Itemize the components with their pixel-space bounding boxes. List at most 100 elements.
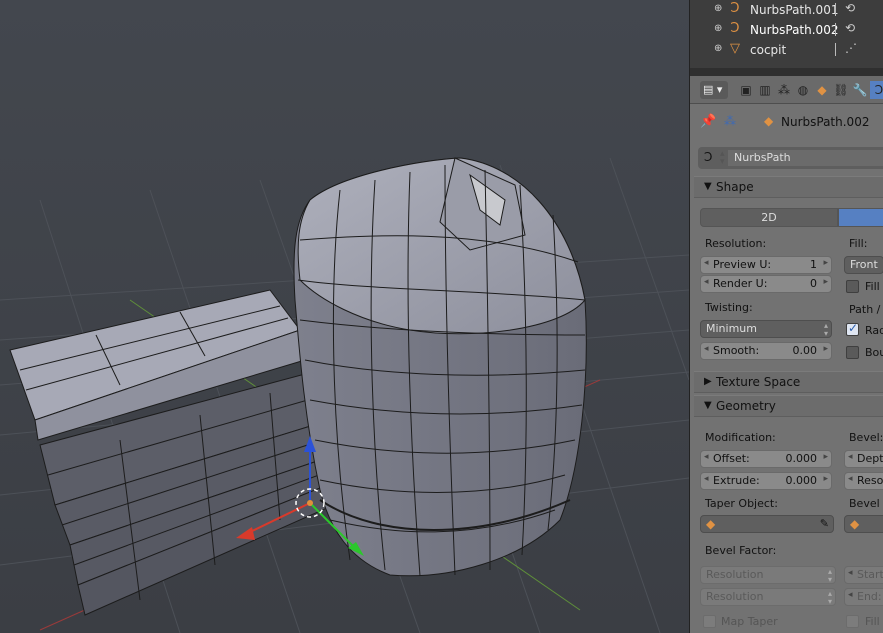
outliner-item-label[interactable]: NurbsPath.001: [750, 3, 838, 17]
mesh-cockpit: [293, 157, 587, 577]
updown-icon: ▴ ▾: [827, 567, 832, 584]
expand-icon[interactable]: ⊕: [714, 44, 723, 54]
world-tab-icon[interactable]: ◍: [794, 81, 812, 99]
expanded-triangle-icon: ▼: [704, 400, 712, 411]
eyedropper-icon[interactable]: ✎: [820, 517, 829, 530]
taper-object-label: Taper Object:: [705, 497, 778, 510]
curve-icon[interactable]: Ɔ: [728, 2, 742, 16]
expanded-triangle-icon: ▼: [704, 181, 712, 192]
object-icon: ◆: [764, 114, 774, 128]
radius-checkbox-label: Rad: [865, 324, 883, 337]
collapsed-triangle-icon: ▶: [704, 376, 712, 387]
field-label: Extrude:: [713, 474, 760, 487]
scene-icon: ⁂: [724, 114, 736, 128]
separator: [835, 43, 836, 56]
radius-checkbox[interactable]: [846, 321, 859, 336]
mode-3d-button[interactable]: [838, 208, 883, 227]
render-layers-tab-icon[interactable]: ▥: [756, 81, 774, 99]
expand-icon[interactable]: ⊕: [714, 24, 723, 34]
dropdown-value: Resolution: [706, 590, 764, 603]
field-value: 0.000: [785, 452, 818, 465]
bevel-factor-start-mapping[interactable]: Resolution ▴ ▾: [700, 566, 836, 584]
bevel-start-field[interactable]: ◂Start:: [844, 566, 883, 584]
taper-object-field[interactable]: ◆ ✎: [700, 515, 834, 533]
field-label: Render U:: [713, 277, 768, 290]
expand-icon[interactable]: ⊕: [714, 4, 723, 14]
panel-title: Texture Space: [716, 375, 801, 389]
bevel-factor-end-mapping[interactable]: Resolution ▴ ▾: [700, 588, 836, 606]
curve-data-icon[interactable]: ⟲: [845, 1, 855, 15]
field-label: Offset:: [713, 452, 750, 465]
outliner-item-cocpit[interactable]: ⊕ ▽ cocpit ⋰: [690, 40, 883, 60]
render-tab-icon[interactable]: ▣: [737, 81, 755, 99]
outliner-item-label[interactable]: NurbsPath.002: [750, 23, 838, 37]
panel-title: Shape: [716, 180, 754, 194]
separator: [835, 23, 836, 36]
mesh-icon[interactable]: ▽: [728, 42, 742, 56]
fill-mode-dropdown[interactable]: Front: [844, 256, 883, 274]
browse-arrows-icon[interactable]: ▴ ▾: [720, 150, 725, 167]
twisting-dropdown[interactable]: Minimum ▴ ▾: [700, 320, 832, 338]
bevel-end-field[interactable]: ◂ End:: [844, 588, 883, 606]
panel-title: Geometry: [716, 399, 776, 413]
modifiers-tab-icon[interactable]: 🔧: [851, 81, 869, 99]
bevel-object-field[interactable]: ◆: [844, 515, 883, 533]
viewport-canvas[interactable]: [0, 0, 689, 633]
field-value: 1: [810, 258, 817, 271]
area-divider[interactable]: [690, 68, 883, 76]
scene-tab-icon[interactable]: ⁂: [775, 81, 793, 99]
bounds-checkbox-label: Bou: [865, 346, 883, 359]
outliner: ⊕ Ɔ NurbsPath.001 ⟲ ⊕ Ɔ NurbsPath.002 ⟲ …: [690, 0, 883, 68]
fill-caps-checkbox[interactable]: [846, 615, 859, 628]
dropdown-value: Front: [850, 258, 878, 271]
map-taper-checkbox[interactable]: [703, 615, 716, 628]
bounds-clamp-checkbox[interactable]: [846, 346, 859, 359]
outliner-item-nurbspath-001[interactable]: ⊕ Ɔ NurbsPath.001 ⟲: [690, 0, 883, 20]
datablock-selector[interactable]: Ɔ ▴ ▾ NurbsPath: [698, 147, 883, 169]
pin-icon[interactable]: 📌: [700, 114, 716, 129]
mode-2d-button[interactable]: 2D: [700, 208, 838, 227]
outliner-item-nurbspath-002[interactable]: ⊕ Ɔ NurbsPath.002 ⟲: [690, 20, 883, 40]
preview-u-field[interactable]: ◂ Preview U: 1 ▸: [700, 256, 832, 274]
field-label: Start:: [857, 568, 883, 581]
datablock-name-field[interactable]: NurbsPath: [728, 150, 883, 166]
offset-field[interactable]: ◂ Offset: 0.000 ▸: [700, 450, 832, 468]
texture-space-panel-header[interactable]: ▶ Texture Space: [694, 371, 883, 393]
constraints-tab-icon[interactable]: ⛓: [832, 81, 850, 99]
3d-viewport[interactable]: [0, 0, 689, 633]
smooth-field[interactable]: ◂ Smooth: 0.00 ▸: [700, 342, 832, 360]
field-label: Depth: [857, 452, 883, 465]
separator: [835, 3, 836, 16]
fill-checkbox-label: Fill: [865, 280, 880, 293]
fill-deform-checkbox[interactable]: [846, 280, 859, 293]
bevel-depth-field[interactable]: ◂Depth: [844, 450, 883, 468]
shape-panel-header[interactable]: ▼ Shape: [694, 176, 883, 198]
path-curve-label: Path / C: [849, 303, 883, 316]
field-label: End:: [857, 590, 882, 603]
render-u-field[interactable]: ◂ Render U: 0 ▸: [700, 275, 832, 293]
map-taper-label: Map Taper: [721, 615, 778, 628]
curve-icon: Ɔ: [704, 150, 713, 164]
object-icon: ◆: [850, 517, 860, 531]
object-tab-icon[interactable]: ◆: [813, 81, 831, 99]
curve-data-tab-icon[interactable]: Ɔ: [870, 81, 883, 99]
bevel-resolution-field[interactable]: ◂Resol: [844, 472, 883, 490]
context-object-name: NurbsPath.002: [781, 115, 870, 129]
curve-icon[interactable]: Ɔ: [728, 22, 742, 36]
bevel-label: Bevel:: [849, 431, 883, 444]
object-icon: ◆: [706, 517, 716, 531]
curve-data-icon[interactable]: ⟲: [845, 21, 855, 35]
mesh-data-icon[interactable]: ⋰: [845, 41, 857, 55]
geometry-panel-header[interactable]: ▼ Geometry: [694, 395, 883, 417]
field-value: 0.000: [785, 474, 818, 487]
field-value: 0: [810, 277, 817, 290]
updown-icon: ▴ ▾: [823, 321, 828, 338]
bevel-factor-label: Bevel Factor:: [705, 544, 777, 557]
editor-type-button[interactable]: ▤ ▾: [700, 81, 728, 99]
extrude-field[interactable]: ◂ Extrude: 0.000 ▸: [700, 472, 832, 490]
properties-panel: ⊕ Ɔ NurbsPath.001 ⟲ ⊕ Ɔ NurbsPath.002 ⟲ …: [689, 0, 883, 633]
dropdown-value: Resolution: [706, 568, 764, 581]
outliner-item-label[interactable]: cocpit: [750, 43, 786, 57]
twisting-label: Twisting:: [705, 301, 753, 314]
fill-label: Fill:: [849, 237, 868, 250]
